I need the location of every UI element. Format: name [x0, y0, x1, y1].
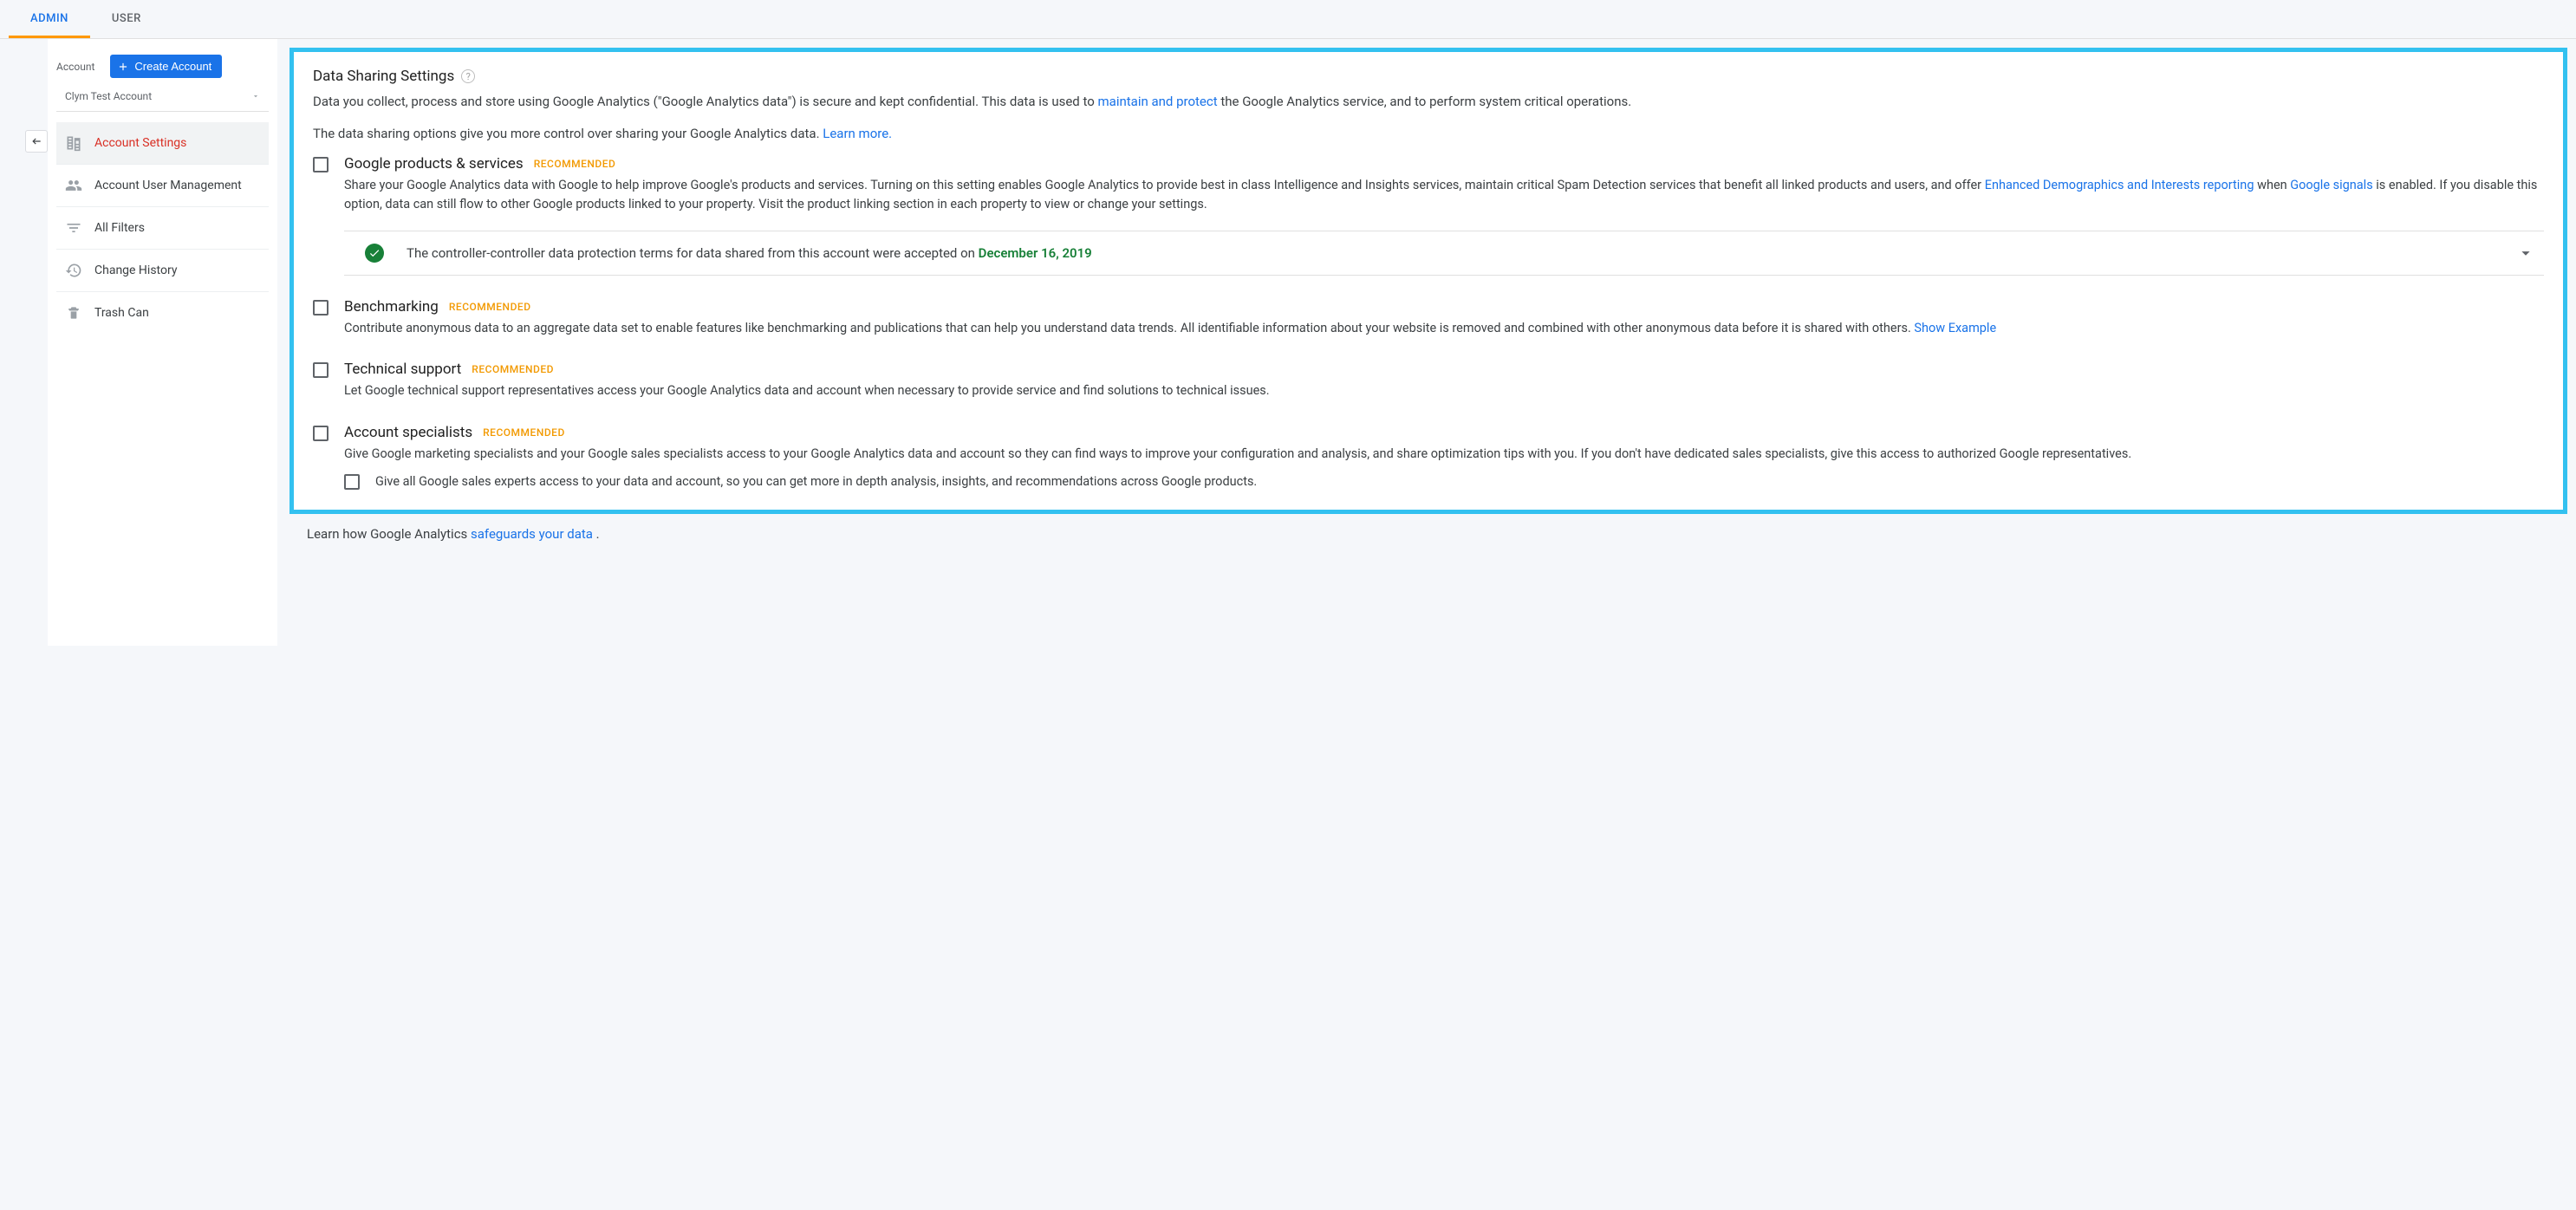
- data-protection-terms-row[interactable]: The controller-controller data protectio…: [344, 231, 2544, 276]
- panel-title: Data Sharing Settings: [313, 68, 454, 85]
- setting-technical-support: Technical support RECOMMENDED Let Google…: [313, 361, 2544, 400]
- footer-text-b: .: [593, 526, 600, 542]
- setting-benchmarking: Benchmarking RECOMMENDED Contribute anon…: [313, 298, 2544, 338]
- plus-icon: [117, 61, 129, 73]
- terms-text: The controller-controller data protectio…: [407, 245, 2494, 261]
- sidebar-item-user-management[interactable]: Account User Management: [56, 165, 269, 207]
- terms-date: December 16, 2019: [979, 245, 1092, 261]
- intro-text-1: Data you collect, process and store usin…: [313, 92, 2544, 112]
- terms-text-a: The controller-controller data protectio…: [407, 245, 979, 261]
- tab-admin[interactable]: ADMIN: [9, 0, 90, 38]
- sidebar-item-trash-can[interactable]: Trash Can: [56, 292, 269, 334]
- maintain-protect-link[interactable]: maintain and protect: [1098, 94, 1218, 109]
- recommended-badge: RECOMMENDED: [472, 363, 554, 375]
- setting-desc: Share your Google Analytics data with Go…: [344, 176, 2544, 215]
- setting-title: Google products & services: [344, 155, 524, 172]
- learn-more-link[interactable]: Learn more.: [823, 126, 892, 141]
- back-button[interactable]: [25, 130, 48, 153]
- safeguards-link[interactable]: safeguards your data: [471, 526, 593, 542]
- sidebar-item-change-history[interactable]: Change History: [56, 250, 269, 292]
- help-icon[interactable]: ?: [461, 69, 475, 83]
- setting1-desc-a: Share your Google Analytics data with Go…: [344, 178, 1985, 192]
- sidebar-item-all-filters[interactable]: All Filters: [56, 207, 269, 250]
- setting-account-specialists: Account specialists RECOMMENDED Give Goo…: [313, 424, 2544, 492]
- intro-text-1a: Data you collect, process and store usin…: [313, 94, 1098, 109]
- check-circle-icon: [365, 244, 384, 263]
- setting-google-products: Google products & services RECOMMENDED S…: [313, 155, 2544, 276]
- caret-down-icon: [251, 92, 260, 101]
- show-example-link[interactable]: Show Example: [1914, 321, 1996, 335]
- footer-text-a: Learn how Google Analytics: [307, 526, 471, 542]
- checkbox-sales-experts[interactable]: [344, 474, 360, 490]
- account-name: Clym Test Account: [65, 90, 152, 102]
- intro-text-1b: the Google Analytics service, and to per…: [1218, 94, 1632, 109]
- checkbox-account-specialists[interactable]: [313, 426, 329, 441]
- recommended-badge: RECOMMENDED: [449, 301, 531, 313]
- setting-title: Account specialists: [344, 424, 472, 441]
- sidebar-item-label: Change History: [94, 263, 177, 277]
- footer-text: Learn how Google Analytics safeguards yo…: [289, 514, 2567, 559]
- checkbox-google-products[interactable]: [313, 157, 329, 172]
- setting-title: Benchmarking: [344, 298, 439, 316]
- chevron-down-icon: [2516, 244, 2535, 263]
- sub-setting-sales-experts: Give all Google sales experts access to …: [344, 472, 2544, 491]
- account-label: Account: [56, 61, 94, 73]
- account-selector[interactable]: Clym Test Account: [56, 85, 269, 112]
- intro-text-2a: The data sharing options give you more c…: [313, 126, 823, 141]
- sidebar-item-label: Account User Management: [94, 179, 242, 192]
- checkbox-technical-support[interactable]: [313, 362, 329, 378]
- sidebar-item-label: Trash Can: [94, 306, 149, 320]
- sidebar: Account Create Account Clym Test Account…: [48, 39, 277, 646]
- intro-text-2: The data sharing options give you more c…: [313, 124, 2544, 144]
- tab-user[interactable]: USER: [90, 0, 163, 38]
- data-sharing-panel: Data Sharing Settings ? Data you collect…: [289, 48, 2567, 514]
- setting2-desc-a: Contribute anonymous data to an aggregat…: [344, 321, 1914, 335]
- filter-icon: [65, 219, 82, 237]
- enhanced-demographics-link[interactable]: Enhanced Demographics and Interests repo…: [1985, 178, 2254, 192]
- sidebar-item-label: All Filters: [94, 221, 145, 235]
- create-account-label: Create Account: [134, 60, 211, 73]
- sidebar-item-label: Account Settings: [94, 136, 186, 150]
- recommended-badge: RECOMMENDED: [483, 426, 565, 439]
- checkbox-benchmarking[interactable]: [313, 300, 329, 316]
- setting-title: Technical support: [344, 361, 461, 378]
- trash-icon: [65, 304, 82, 322]
- setting-desc: Let Google technical support representat…: [344, 381, 2544, 400]
- setting-desc: Contribute anonymous data to an aggregat…: [344, 319, 2544, 338]
- top-tabs: ADMIN USER: [0, 0, 2576, 39]
- sub-setting-desc: Give all Google sales experts access to …: [375, 472, 1257, 491]
- back-column: [0, 39, 48, 646]
- recommended-badge: RECOMMENDED: [534, 158, 616, 170]
- setting1-desc-b: when: [2254, 178, 2290, 192]
- google-signals-link[interactable]: Google signals: [2290, 178, 2372, 192]
- setting-desc: Give Google marketing specialists and yo…: [344, 445, 2544, 464]
- history-icon: [65, 262, 82, 279]
- sidebar-item-account-settings[interactable]: Account Settings: [56, 122, 269, 165]
- create-account-button[interactable]: Create Account: [110, 55, 222, 78]
- back-arrow-icon: [30, 135, 42, 147]
- people-icon: [65, 177, 82, 194]
- building-icon: [65, 134, 82, 152]
